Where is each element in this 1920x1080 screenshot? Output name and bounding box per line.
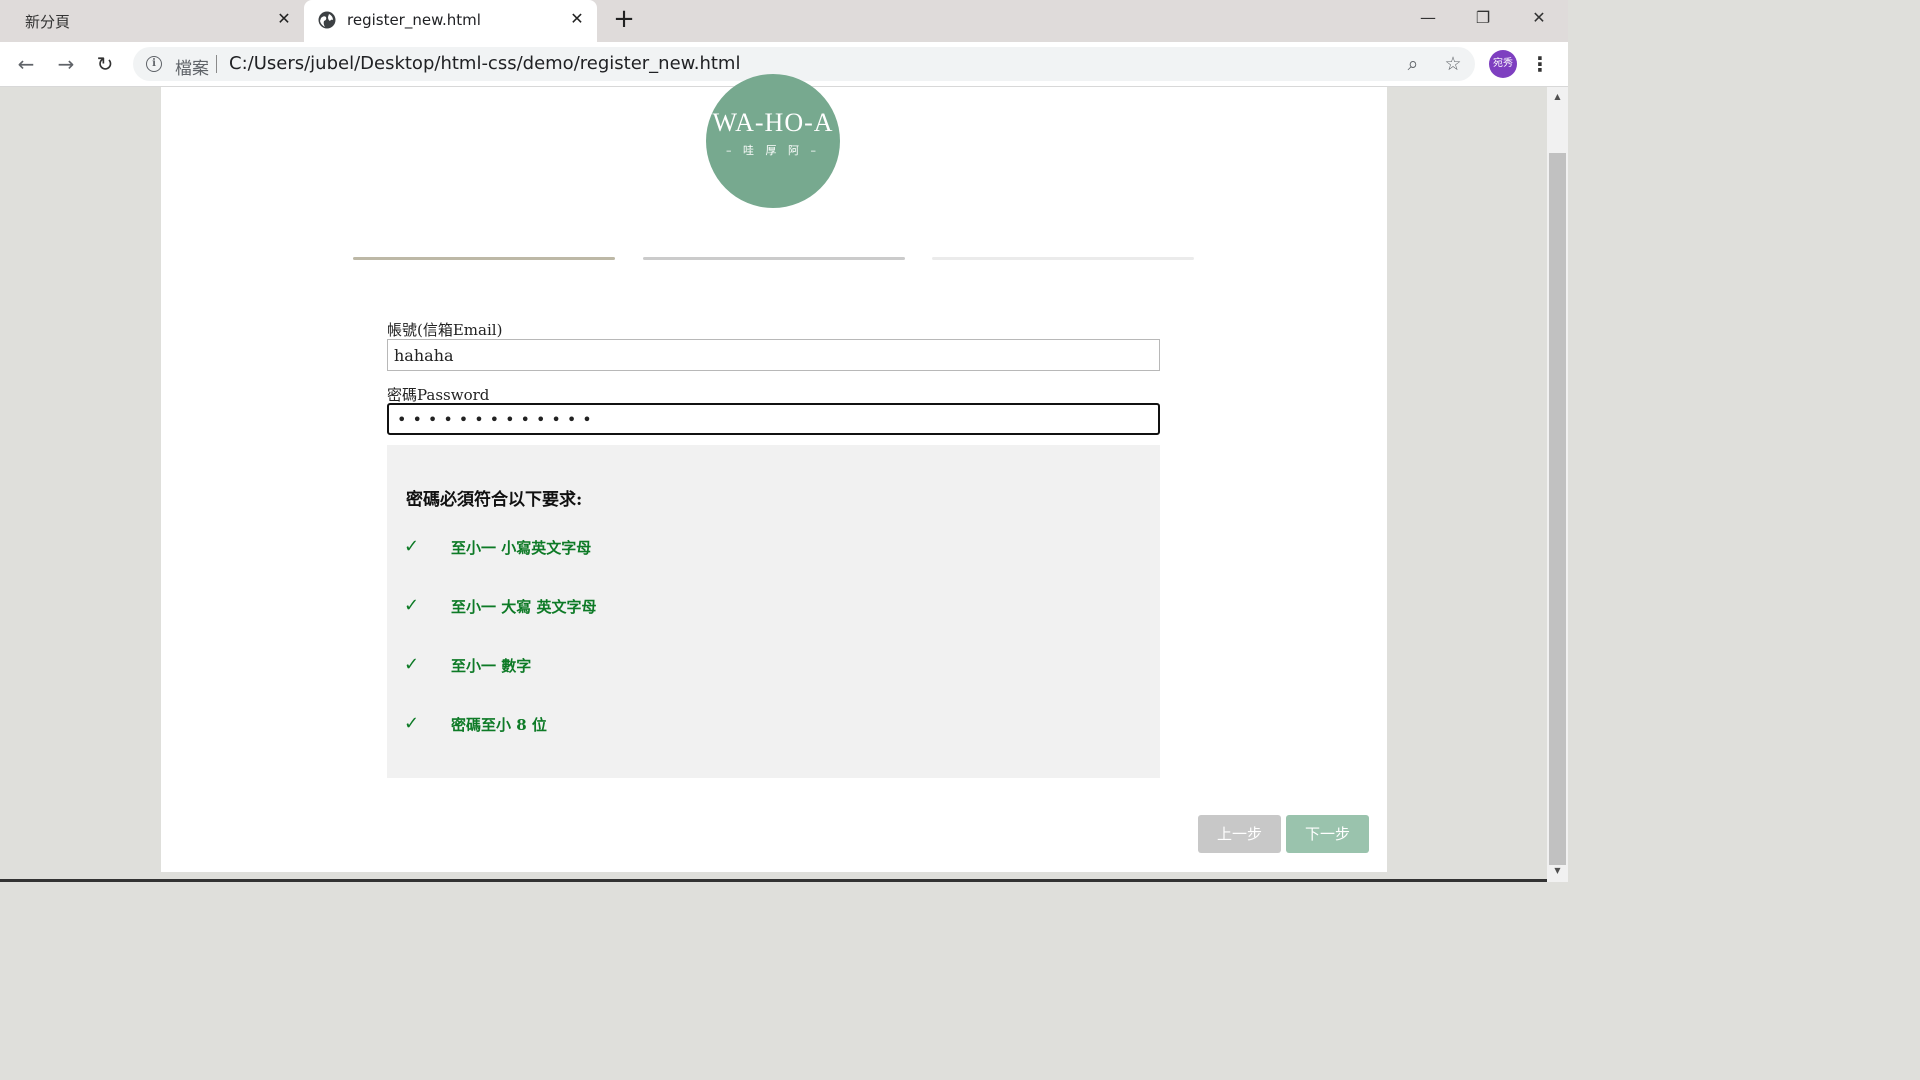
file-scheme-label: 檔案 — [175, 59, 209, 79]
scroll-down-icon[interactable]: ▼ — [1547, 863, 1568, 879]
forward-arrow-icon[interactable]: → — [52, 50, 80, 78]
requirement-text: 密碼至小 8 位 — [451, 716, 547, 734]
profile-avatar[interactable]: 宛秀 — [1489, 50, 1517, 78]
zoom-icon[interactable]: ⌕ — [1400, 51, 1426, 77]
password-requirements-panel: 密碼必須符合以下要求: ✓ 至小一 小寫英文字母 ✓ 至小一 大寫 英文字母 ✓… — [387, 445, 1160, 778]
logo-wordmark: WA-HO-A — [712, 108, 834, 137]
requirements-title: 密碼必須符合以下要求: — [406, 490, 583, 510]
tab-new-tab[interactable]: 新分頁 ✕ — [0, 0, 302, 42]
logo-subtitle: – 哇 厚 阿 – — [726, 144, 820, 157]
password-label: 密碼Password — [387, 386, 490, 404]
checkmark-icon: ✓ — [404, 536, 420, 557]
email-label: 帳號(信箱Email) — [387, 321, 503, 339]
checkmark-icon: ✓ — [404, 654, 420, 675]
minimize-icon[interactable]: — — [1405, 0, 1451, 36]
progress-step-1 — [353, 257, 615, 260]
password-field[interactable] — [387, 403, 1160, 435]
tab-title: register_new.html — [347, 11, 481, 29]
requirement-item: ✓ 密碼至小 8 位 — [387, 713, 1160, 739]
taskbar-edge — [0, 879, 1547, 882]
tab-strip: 新分頁 ✕ register_new.html ✕ + — ❐ ✕ — [0, 0, 1568, 42]
requirement-text: 至小一 小寫英文字母 — [451, 539, 592, 557]
new-tab-icon[interactable]: + — [610, 6, 638, 34]
scroll-up-icon[interactable]: ▲ — [1547, 89, 1568, 105]
prev-step-button[interactable]: 上一步 — [1198, 815, 1281, 853]
register-page: WA-HO-A – 哇 厚 阿 – 帳號(信箱Email) 密碼Password… — [161, 74, 1387, 872]
address-bar[interactable]: i 檔案 C:/Users/jubel/Desktop/html-css/dem… — [133, 47, 1475, 81]
wahoa-logo: WA-HO-A – 哇 厚 阿 – — [706, 74, 840, 208]
requirement-item: ✓ 至小一 大寫 英文字母 — [387, 595, 1160, 621]
tab-close-icon[interactable]: ✕ — [273, 8, 295, 30]
progress-step-2 — [643, 257, 905, 260]
url-text[interactable]: C:/Users/jubel/Desktop/html-css/demo/reg… — [229, 53, 740, 74]
restore-icon[interactable]: ❐ — [1460, 0, 1506, 36]
info-icon[interactable]: i — [146, 56, 162, 72]
checkmark-icon: ✓ — [404, 713, 420, 734]
address-separator — [216, 55, 217, 73]
scroll-thumb[interactable] — [1549, 153, 1566, 865]
email-field[interactable] — [387, 339, 1160, 371]
checkmark-icon: ✓ — [404, 595, 420, 616]
progress-step-3 — [932, 257, 1194, 260]
tab-close-icon[interactable]: ✕ — [566, 8, 588, 30]
tab-title: 新分頁 — [25, 13, 71, 31]
reload-icon[interactable]: ↻ — [91, 50, 119, 78]
bookmark-star-icon[interactable]: ☆ — [1440, 51, 1466, 77]
page-scrollbar[interactable]: ▲ ▼ — [1547, 87, 1568, 882]
window-close-icon[interactable]: ✕ — [1516, 0, 1562, 36]
globe-icon — [318, 11, 336, 29]
requirement-text: 至小一 大寫 英文字母 — [451, 598, 597, 616]
tab-register-new[interactable]: register_new.html ✕ — [304, 0, 597, 42]
requirement-text: 至小一 數字 — [451, 657, 532, 675]
next-step-button[interactable]: 下一步 — [1286, 815, 1369, 853]
menu-icon[interactable]: ⋮ — [1530, 50, 1550, 78]
requirement-item: ✓ 至小一 小寫英文字母 — [387, 536, 1160, 562]
back-arrow-icon[interactable]: ← — [12, 50, 40, 78]
requirement-item: ✓ 至小一 數字 — [387, 654, 1160, 680]
